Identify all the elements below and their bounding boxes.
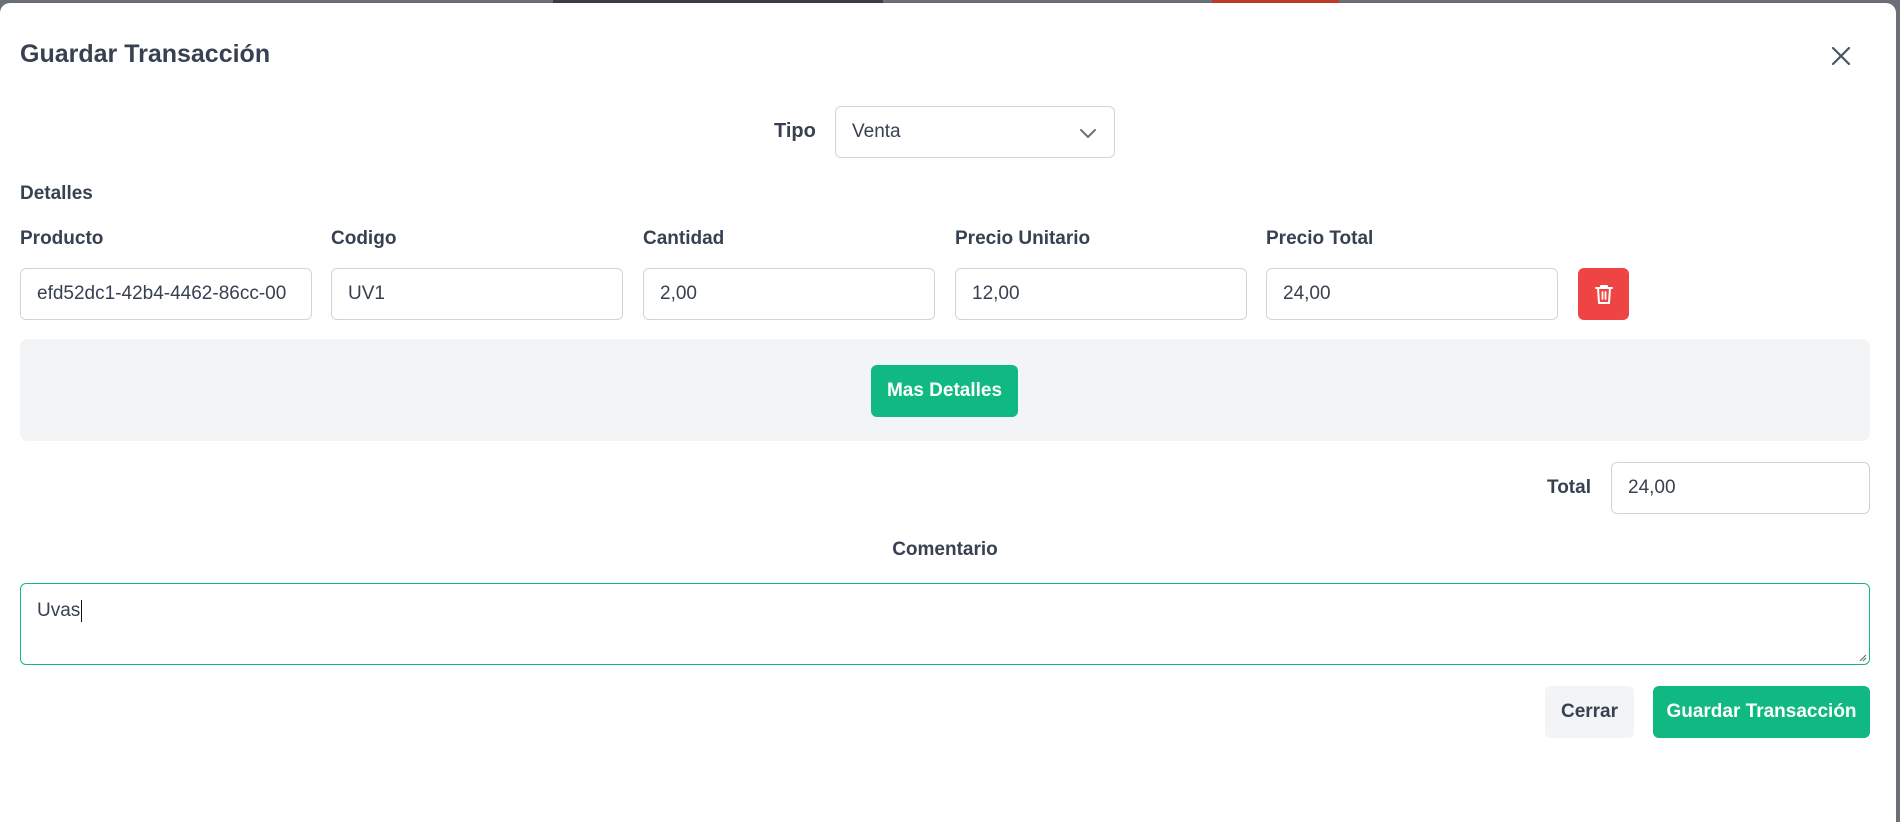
- save-transaction-button[interactable]: Guardar Transacción: [1653, 686, 1870, 738]
- more-details-button[interactable]: Mas Detalles: [871, 365, 1018, 417]
- trash-icon: [1594, 285, 1613, 304]
- tipo-select[interactable]: Venta: [835, 106, 1115, 158]
- precio-unitario-column-label: Precio Unitario: [955, 228, 1091, 249]
- tipo-label: Tipo: [774, 120, 816, 142]
- cancel-button[interactable]: Cerrar: [1545, 686, 1634, 738]
- total-label: Total: [1547, 477, 1591, 498]
- producto-input[interactable]: efd52dc1-42b4-4462-86cc-00: [20, 268, 312, 320]
- codigo-column-label: Codigo: [331, 228, 397, 249]
- precio-unitario-input[interactable]: 12,00: [955, 268, 1247, 320]
- chevron-down-icon: [1080, 129, 1096, 138]
- close-icon: [1831, 46, 1851, 66]
- producto-column-label: Producto: [20, 228, 104, 249]
- total-input[interactable]: 24,00: [1611, 462, 1870, 514]
- resize-grip-icon[interactable]: [1857, 652, 1867, 662]
- precio-total-input[interactable]: 24,00: [1266, 268, 1558, 320]
- precio-total-column-label: Precio Total: [1266, 228, 1374, 249]
- transaction-modal: Guardar Transacción Tipo Venta Detalles …: [0, 3, 1896, 822]
- close-button[interactable]: [1824, 39, 1858, 73]
- delete-detail-button[interactable]: [1578, 268, 1629, 320]
- page-scrollbar[interactable]: [1896, 0, 1900, 822]
- modal-title: Guardar Transacción: [20, 40, 271, 68]
- cantidad-column-label: Cantidad: [643, 228, 725, 249]
- comment-label: Comentario: [892, 539, 998, 560]
- details-section-label: Detalles: [20, 183, 93, 204]
- tipo-selected-value: Venta: [852, 121, 901, 142]
- text-caret: [81, 600, 83, 622]
- comment-text: Uvas: [37, 600, 81, 622]
- codigo-input[interactable]: UV1: [331, 268, 623, 320]
- comment-textarea[interactable]: Uvas: [20, 583, 1870, 665]
- cantidad-input[interactable]: 2,00: [643, 268, 935, 320]
